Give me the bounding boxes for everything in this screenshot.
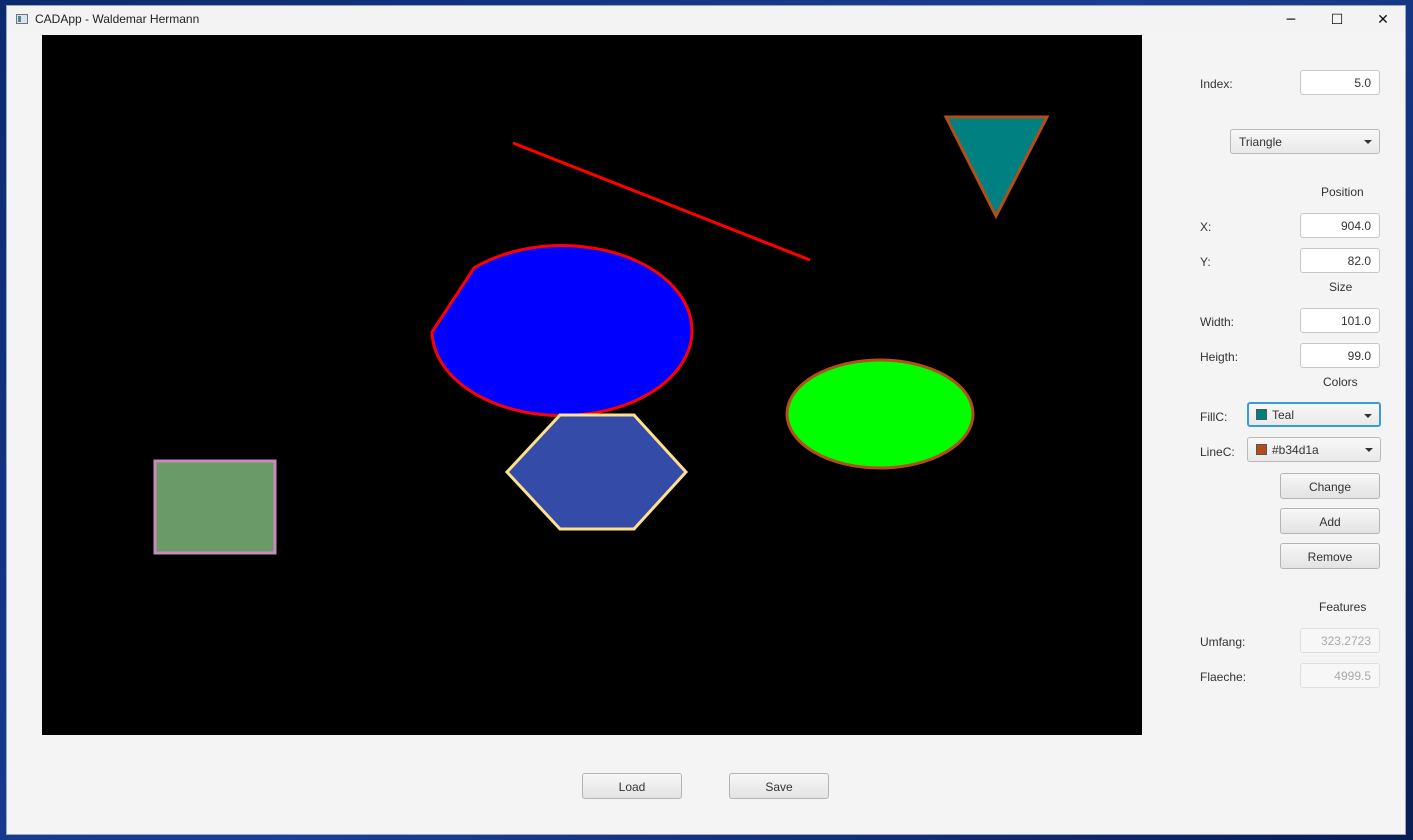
height-label: Heigth: bbox=[1200, 350, 1239, 364]
load-button[interactable]: Load bbox=[582, 773, 682, 799]
line-color-value: #b34d1a bbox=[1272, 443, 1319, 457]
chevron-down-icon bbox=[1364, 414, 1372, 418]
index-field[interactable]: 5.0 bbox=[1300, 70, 1380, 95]
change-button[interactable]: Change bbox=[1280, 473, 1380, 499]
line-color-picker[interactable]: #b34d1a bbox=[1247, 437, 1381, 462]
position-header: Position bbox=[1321, 185, 1364, 199]
shape-type-dropdown[interactable]: Triangle bbox=[1230, 129, 1380, 154]
app-window: CADApp - Waldemar Hermann ─ ☐ ✕ Index: 5… bbox=[6, 5, 1406, 835]
window-title: CADApp - Waldemar Hermann bbox=[35, 12, 200, 26]
minimize-button[interactable]: ─ bbox=[1268, 6, 1314, 34]
umfang-label: Umfang: bbox=[1200, 635, 1246, 649]
x-field[interactable]: 904.0 bbox=[1300, 213, 1380, 238]
green-ellipse-shape[interactable] bbox=[785, 358, 975, 470]
remove-button[interactable]: Remove bbox=[1280, 543, 1380, 569]
features-header: Features bbox=[1319, 600, 1367, 614]
rectangle-shape[interactable] bbox=[153, 459, 277, 555]
colors-header: Colors bbox=[1323, 375, 1358, 389]
close-button[interactable]: ✕ bbox=[1360, 6, 1406, 34]
fill-color-picker[interactable]: Teal bbox=[1247, 402, 1381, 427]
umfang-field: 323.2723 bbox=[1300, 628, 1380, 653]
width-field[interactable]: 101.0 bbox=[1300, 308, 1380, 333]
flaeche-field: 4999.5 bbox=[1300, 663, 1380, 688]
app-icon bbox=[16, 14, 28, 24]
fill-color-value: Teal bbox=[1272, 408, 1295, 422]
add-button[interactable]: Add bbox=[1280, 508, 1380, 534]
chevron-down-icon bbox=[1364, 140, 1372, 144]
save-button[interactable]: Save bbox=[729, 773, 829, 799]
x-label: X: bbox=[1200, 220, 1212, 234]
line-color-swatch bbox=[1256, 444, 1267, 455]
y-label: Y: bbox=[1200, 255, 1211, 269]
size-header: Size bbox=[1329, 280, 1353, 294]
line-color-label: LineC: bbox=[1200, 445, 1235, 459]
ellipse-shape[interactable] bbox=[430, 244, 694, 418]
fill-color-label: FillC: bbox=[1200, 410, 1228, 424]
chevron-down-icon bbox=[1365, 448, 1373, 452]
title-bar[interactable]: CADApp - Waldemar Hermann ─ ☐ ✕ bbox=[7, 6, 1405, 34]
flaeche-label: Flaeche: bbox=[1200, 670, 1247, 684]
maximize-button[interactable]: ☐ bbox=[1314, 6, 1360, 34]
drawing-canvas[interactable] bbox=[42, 35, 1142, 735]
triangle-shape[interactable] bbox=[943, 115, 1050, 220]
line-shape[interactable] bbox=[512, 141, 811, 262]
width-label: Width: bbox=[1200, 315, 1235, 329]
canvas-svg bbox=[153, 115, 1050, 555]
height-field[interactable]: 99.0 bbox=[1300, 343, 1380, 368]
fill-color-swatch bbox=[1256, 409, 1267, 420]
hexagon-shape[interactable] bbox=[504, 413, 689, 531]
y-field[interactable]: 82.0 bbox=[1300, 248, 1380, 273]
index-label: Index: bbox=[1200, 77, 1233, 91]
shape-type-value: Triangle bbox=[1239, 135, 1282, 149]
